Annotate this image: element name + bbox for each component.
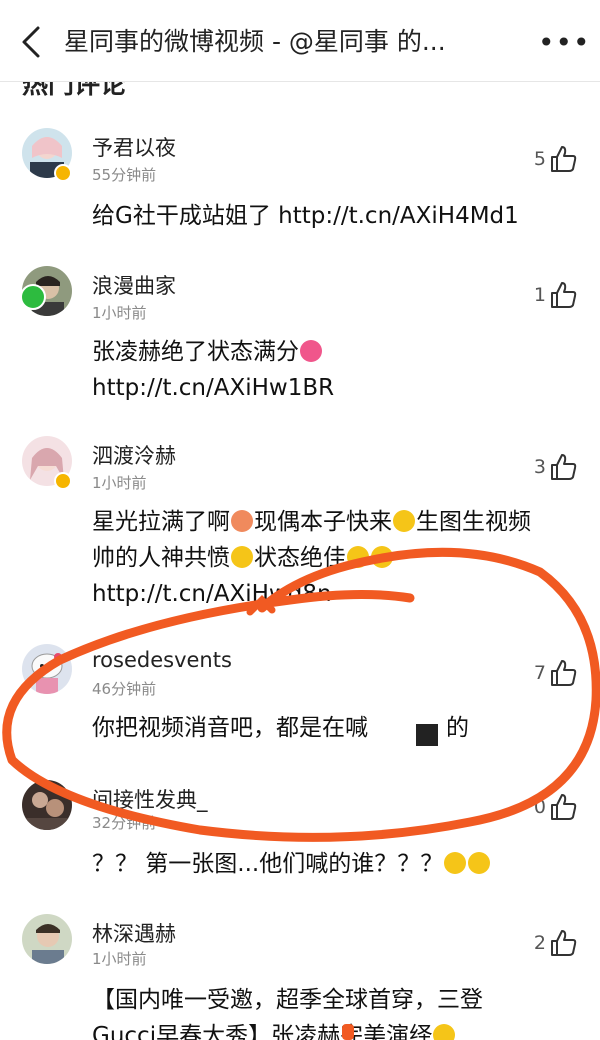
like-count: 0	[533, 796, 546, 818]
comment-text-part: ？？ 第一张图...他们喊的谁？？？	[92, 851, 444, 877]
timestamp: 32分钟前	[92, 814, 157, 832]
thumbs-up-icon	[551, 660, 577, 686]
comment-text-part: 的	[446, 715, 469, 741]
username[interactable]: rosedesvents	[92, 648, 232, 672]
like-button[interactable]: 2	[534, 928, 578, 958]
page-title: 星同事的微博视频 - @星同事 的...	[64, 27, 446, 56]
like-count: 7	[533, 662, 546, 684]
timestamp: 1小时前	[92, 950, 147, 968]
laughing-tears-emoji-icon	[468, 852, 491, 874]
username[interactable]: 间接性发典_	[92, 784, 208, 814]
comment-text: 【国内唯一受邀，超季全球首穿，三登 Gucci早春大秀】张凌赫完美演绎	[92, 982, 582, 1040]
avatar[interactable]	[22, 780, 72, 830]
comment-text: 星光拉满了啊 现偶本子快来 生图生视频 帅的人神共愤 状态绝佳 http://t.cn…	[92, 504, 582, 612]
surprised-emoji-icon	[444, 852, 467, 874]
comment-item[interactable]: 浪漫曲家 1小时前 1 张凌赫绝了状态满分 http://t.cn/AXiHw1…	[0, 262, 600, 412]
comment-item[interactable]: 间接性发典_ 32分钟前 0 ？？ 第一张图...他们喊的谁？？？	[0, 776, 600, 896]
like-button[interactable]: 1	[534, 280, 578, 310]
comment-item[interactable]: 予君以夜 55分钟前 5 给G社干成站姐了 http://t.cn/AXiH4M…	[0, 124, 600, 244]
like-button[interactable]: 7	[534, 658, 578, 688]
comment-text-part: 状态绝佳	[254, 545, 346, 571]
verified-badge-icon	[20, 284, 46, 310]
thumbs-up-icon	[551, 454, 577, 480]
avatar[interactable]	[22, 914, 72, 964]
comment-item[interactable]: 林深遇赫 1小时前 2 【国内唯一受邀，超季全球首穿，三登 Gucci早春大秀】…	[0, 910, 600, 1040]
comment-text: 张凌赫绝了状态满分 http://t.cn/AXiHw1BR	[92, 334, 582, 406]
timestamp: 55分钟前	[92, 166, 157, 184]
like-count: 1	[533, 284, 546, 306]
comment-text-part: 星光拉满了啊	[92, 509, 230, 535]
username[interactable]: 予君以夜	[92, 132, 176, 162]
verified-badge-icon	[54, 472, 72, 490]
laughing-emoji-icon	[231, 510, 253, 532]
comment-item[interactable]: rosedesvents 46分钟前 7 你把视频消音吧，都是在喊 的	[0, 640, 600, 760]
username[interactable]: 泗渡泠赫	[92, 440, 176, 470]
like-count: 2	[533, 932, 546, 954]
username[interactable]: 林深遇赫	[92, 918, 176, 948]
section-heading: 热门评论	[0, 82, 600, 96]
comment-text-part: 现偶本子快来	[254, 509, 392, 535]
thumbs-up-icon	[551, 282, 577, 308]
like-button[interactable]: 5	[534, 144, 578, 174]
comment-text: 给G社干成站姐了 http://t.cn/AXiH4Md1	[92, 203, 519, 229]
timestamp: 1小时前	[92, 304, 147, 322]
username[interactable]: 浪漫曲家	[92, 270, 176, 300]
thumbs-up-icon	[551, 794, 577, 820]
like-button[interactable]: 3	[534, 452, 578, 482]
comment-link[interactable]: http://t.cn/AXiHwd8n	[92, 581, 332, 607]
thumbs-up-icon	[551, 146, 577, 172]
avatar[interactable]	[22, 644, 72, 694]
comment-link[interactable]: http://t.cn/AXiHw1BR	[92, 375, 334, 401]
timestamp: 1小时前	[92, 474, 147, 492]
surprised-emoji-icon	[433, 1024, 456, 1040]
redaction-mark	[416, 724, 438, 746]
pen-stroke-mark	[342, 1024, 354, 1040]
smile-emoji-icon	[231, 546, 253, 568]
comment-text: ？？ 第一张图...他们喊的谁？？？	[92, 846, 582, 882]
like-count: 3	[533, 456, 546, 478]
comment-text-part: 你把视频消音吧，都是在喊	[92, 715, 368, 741]
comment-text-line: 张凌赫绝了状态满分	[92, 339, 299, 365]
top-nav-bar: 星同事的微博视频 - @星同事 的... •••	[0, 0, 600, 82]
verified-badge-icon	[54, 164, 72, 182]
surprised-emoji-icon	[371, 546, 393, 568]
comment-text: 你把视频消音吧，都是在喊 的	[92, 710, 582, 746]
surprised-emoji-icon	[393, 510, 415, 532]
comment-item[interactable]: 泗渡泠赫 1小时前 3 星光拉满了啊 现偶本子快来 生图生视频 帅的人神共愤 状态绝佳…	[0, 432, 600, 612]
comment-text-part: 生图生视频	[416, 509, 531, 535]
section-title: 热门评论	[22, 82, 126, 96]
like-count: 5	[533, 148, 546, 170]
like-button[interactable]: 0	[534, 792, 578, 822]
surprised-emoji-icon	[347, 546, 369, 568]
thumbs-up-icon	[551, 930, 577, 956]
comment-text-part: 帅的人神共愤	[92, 545, 230, 571]
back-chevron-icon[interactable]	[14, 22, 50, 62]
more-dots-icon[interactable]: •••	[538, 28, 590, 58]
comment-text-line: Gucci早春大秀】张凌赫完美演绎	[92, 1023, 433, 1040]
timestamp: 46分钟前	[92, 680, 157, 698]
comment-text-line: 【国内唯一受邀，超季全球首穿，三登	[92, 987, 483, 1013]
heart-emoji-icon	[300, 340, 322, 362]
